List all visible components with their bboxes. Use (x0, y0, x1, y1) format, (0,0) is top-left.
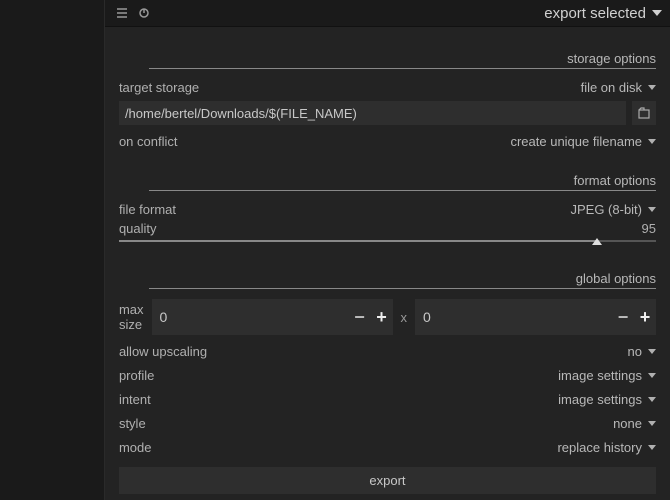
intent-label: intent (119, 392, 151, 407)
target-storage-value: file on disk (581, 80, 642, 95)
target-storage-dropdown[interactable]: file on disk (581, 80, 656, 95)
section-divider (149, 288, 656, 289)
allow-upscaling-label: allow upscaling (119, 344, 207, 359)
slider-thumb[interactable] (592, 238, 602, 245)
on-conflict-label: on conflict (119, 134, 178, 149)
quality-label: quality (119, 221, 157, 236)
browse-button[interactable] (632, 101, 656, 125)
chevron-down-icon (652, 10, 662, 16)
chevron-down-icon (648, 373, 656, 378)
section-divider (149, 68, 656, 69)
allow-upscaling-row: allow upscaling no (119, 339, 656, 363)
path-row (119, 101, 656, 125)
chevron-down-icon (648, 85, 656, 90)
style-dropdown[interactable]: none (613, 416, 656, 431)
target-storage-label: target storage (119, 80, 199, 95)
file-format-row: file format JPEG (8-bit) (119, 197, 656, 221)
width-minus-button[interactable]: − (349, 299, 371, 335)
chevron-down-icon (648, 421, 656, 426)
global-section-title: global options (119, 257, 656, 288)
on-conflict-dropdown[interactable]: create unique filename (510, 134, 656, 149)
mode-label: mode (119, 440, 152, 455)
intent-dropdown[interactable]: image settings (558, 392, 656, 407)
mode-value: replace history (557, 440, 642, 455)
chevron-down-icon (648, 397, 656, 402)
panel-body: storage options target storage file on d… (105, 27, 670, 494)
panel-header: export selected (105, 0, 670, 27)
allow-upscaling-value: no (628, 344, 642, 359)
slider-fill (119, 240, 597, 242)
left-empty-area (0, 0, 105, 500)
module-title-dropdown[interactable]: export selected (544, 5, 662, 22)
quality-slider[interactable]: quality 95 (119, 221, 656, 247)
height-minus-button[interactable]: − (612, 299, 634, 335)
height-plus-button[interactable]: + (634, 299, 656, 335)
on-conflict-row: on conflict create unique filename (119, 129, 656, 153)
profile-value: image settings (558, 368, 642, 383)
format-section-title: format options (119, 159, 656, 190)
reset-icon[interactable] (135, 4, 153, 22)
export-button[interactable]: export (119, 467, 656, 494)
chevron-down-icon (648, 349, 656, 354)
profile-row: profile image settings (119, 363, 656, 387)
height-input[interactable] (415, 299, 612, 335)
mode-row: mode replace history (119, 435, 656, 459)
section-divider (149, 190, 656, 191)
menu-icon[interactable] (113, 4, 131, 22)
file-format-label: file format (119, 202, 176, 217)
module-title: export selected (544, 5, 646, 22)
intent-row: intent image settings (119, 387, 656, 411)
width-stepper: − + (152, 299, 393, 335)
storage-section-title: storage options (119, 37, 656, 68)
target-storage-row: target storage file on disk (119, 75, 656, 99)
on-conflict-value: create unique filename (510, 134, 642, 149)
style-row: style none (119, 411, 656, 435)
style-value: none (613, 416, 642, 431)
width-plus-button[interactable]: + (371, 299, 393, 335)
allow-upscaling-dropdown[interactable]: no (628, 344, 656, 359)
file-format-value: JPEG (8-bit) (570, 202, 642, 217)
export-panel: export selected storage options target s… (105, 0, 670, 500)
width-input[interactable] (152, 299, 349, 335)
intent-value: image settings (558, 392, 642, 407)
mode-dropdown[interactable]: replace history (557, 440, 656, 455)
chevron-down-icon (648, 139, 656, 144)
chevron-down-icon (648, 445, 656, 450)
max-size-label: max size (119, 302, 144, 332)
size-separator: x (401, 310, 408, 325)
style-label: style (119, 416, 146, 431)
path-input[interactable] (119, 101, 626, 125)
profile-label: profile (119, 368, 154, 383)
file-format-dropdown[interactable]: JPEG (8-bit) (570, 202, 656, 217)
height-stepper: − + (415, 299, 656, 335)
chevron-down-icon (648, 207, 656, 212)
profile-dropdown[interactable]: image settings (558, 368, 656, 383)
quality-value: 95 (642, 221, 656, 236)
max-size-row: max size − + x − + (119, 295, 656, 339)
